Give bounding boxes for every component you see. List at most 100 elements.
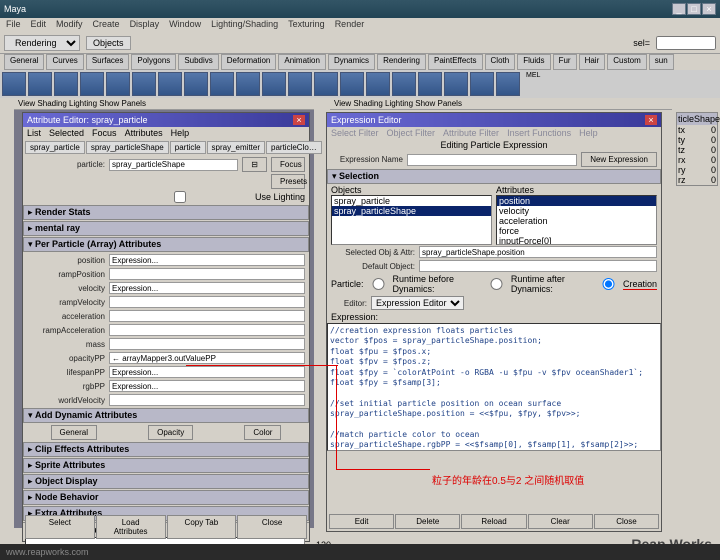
shelf-icon[interactable] <box>262 72 286 96</box>
shelf-icon[interactable] <box>132 72 156 96</box>
tab-emitter[interactable]: spray_emitter <box>207 141 265 154</box>
expr-editor-title[interactable]: Expression Editor × <box>327 113 661 127</box>
copy-tab-button[interactable]: Copy Tab <box>167 515 237 539</box>
list-item[interactable]: inputForce[0] <box>497 236 656 245</box>
shelf-icon[interactable] <box>80 72 104 96</box>
menu-selected[interactable]: Selected <box>49 128 84 138</box>
shelf-tab[interactable]: Custom <box>607 54 647 70</box>
menu-modify[interactable]: Modify <box>56 19 83 31</box>
tab-cloud[interactable]: particleClo… <box>266 141 322 154</box>
shelf-icon[interactable] <box>2 72 26 96</box>
add-general-button[interactable]: General <box>51 425 97 440</box>
shelf-tab[interactable]: Subdivs <box>178 54 218 70</box>
section-node-behavior[interactable]: Node Behavior <box>23 490 309 505</box>
clear-button[interactable]: Clear <box>528 514 593 529</box>
shelf-tab[interactable]: Fur <box>553 54 577 70</box>
menu-help[interactable]: Help <box>579 128 598 138</box>
menu-file[interactable]: File <box>6 19 21 31</box>
menu-attr-filter[interactable]: Attribute Filter <box>443 128 499 138</box>
section-sprite[interactable]: Sprite Attributes <box>23 458 309 473</box>
list-item[interactable]: spray_particleShape <box>332 206 491 216</box>
position-field[interactable] <box>109 254 305 266</box>
shelf-tab[interactable]: Dynamics <box>328 54 375 70</box>
load-attrs-button[interactable]: Load Attributes <box>96 515 166 539</box>
menu-texturing[interactable]: Texturing <box>288 19 325 31</box>
runtime-after-radio[interactable] <box>490 278 503 290</box>
shelf-tab[interactable]: Cloth <box>485 54 516 70</box>
objects-list[interactable]: spray_particle spray_particleShape <box>331 195 492 245</box>
shelf-icon[interactable] <box>444 72 468 96</box>
shelf-tab[interactable]: Deformation <box>221 54 277 70</box>
menu-create[interactable]: Create <box>93 19 120 31</box>
view-menu[interactable]: View Shading Lighting Show Panels <box>14 98 314 110</box>
chan-attr[interactable]: tx <box>678 125 711 135</box>
list-item[interactable]: force <box>497 226 656 236</box>
editor-select[interactable]: Expression Editor <box>371 296 464 310</box>
add-color-button[interactable]: Color <box>244 425 281 440</box>
expr-name-field[interactable] <box>407 154 577 166</box>
mel-icon[interactable]: MEL <box>526 72 540 96</box>
sel-obj-attr-field[interactable] <box>419 246 657 258</box>
close-button[interactable]: Close <box>594 514 659 529</box>
shelf-tab[interactable]: PaintEffects <box>428 54 483 70</box>
shelf-icon[interactable] <box>314 72 338 96</box>
menu-focus[interactable]: Focus <box>92 128 117 138</box>
menu-attributes[interactable]: Attributes <box>125 128 163 138</box>
creation-radio[interactable] <box>602 278 615 290</box>
menu-select-filter[interactable]: Select Filter <box>331 128 379 138</box>
lifespan-field[interactable] <box>109 366 305 378</box>
section-render-stats[interactable]: Render Stats <box>23 205 309 220</box>
menu-display[interactable]: Display <box>130 19 160 31</box>
shelf-icon[interactable] <box>158 72 182 96</box>
shelf-icon[interactable] <box>106 72 130 96</box>
minimize-button[interactable]: _ <box>672 3 686 15</box>
menu-insert-fn[interactable]: Insert Functions <box>507 128 571 138</box>
rgb-field[interactable] <box>109 380 305 392</box>
maximize-button[interactable]: □ <box>687 3 701 15</box>
shelf-icon[interactable] <box>470 72 494 96</box>
delete-button[interactable]: Delete <box>395 514 460 529</box>
attr-editor-title[interactable]: Attribute Editor: spray_particle × <box>23 113 309 127</box>
section-add-dynamic[interactable]: Add Dynamic Attributes <box>23 408 309 423</box>
focus-button[interactable]: Focus <box>271 157 305 172</box>
close-button[interactable]: Close <box>237 515 307 539</box>
close-icon[interactable]: × <box>293 115 305 125</box>
section-selection[interactable]: Selection <box>327 169 661 184</box>
shelf-tab[interactable]: Animation <box>278 54 326 70</box>
default-obj-field[interactable] <box>419 260 657 272</box>
menu-help[interactable]: Help <box>171 128 190 138</box>
shelf-tab[interactable]: Surfaces <box>86 54 130 70</box>
expression-textarea[interactable]: //creation expression floats particles v… <box>327 323 661 451</box>
ramp-position-field[interactable] <box>109 268 305 280</box>
section-mental-ray[interactable]: mental ray <box>23 221 309 236</box>
sel-input[interactable] <box>656 36 716 50</box>
close-icon[interactable]: × <box>645 115 657 125</box>
ramp-velocity-field[interactable] <box>109 296 305 308</box>
tab-spray-shape[interactable]: spray_particleShape <box>86 141 169 154</box>
shelf-icon[interactable] <box>210 72 234 96</box>
menu-list[interactable]: List <box>27 128 41 138</box>
shelf-icon[interactable] <box>28 72 52 96</box>
select-button[interactable]: Select <box>25 515 95 539</box>
presets-button[interactable]: Presets <box>271 174 305 189</box>
use-lighting-checkbox[interactable] <box>109 191 251 203</box>
shelf-tab[interactable]: General <box>4 54 44 70</box>
section-per-particle[interactable]: Per Particle (Array) Attributes <box>23 237 309 252</box>
new-expr-button[interactable]: New Expression <box>581 152 657 167</box>
tab-particle[interactable]: particle <box>170 141 206 154</box>
shelf-icon[interactable] <box>288 72 312 96</box>
runtime-before-radio[interactable] <box>372 278 385 290</box>
shelf-icon[interactable] <box>54 72 78 96</box>
menu-edit[interactable]: Edit <box>31 19 47 31</box>
attrs-list[interactable]: position velocity acceleration force inp… <box>496 195 657 245</box>
shelf-tab[interactable]: Hair <box>579 54 606 70</box>
particle-name-field[interactable] <box>109 159 238 171</box>
shelf-icon[interactable] <box>236 72 260 96</box>
shelf-tab[interactable]: Polygons <box>131 54 176 70</box>
shelf-icon[interactable] <box>366 72 390 96</box>
view-menu[interactable]: View Shading Lighting Show Panels <box>330 98 672 110</box>
list-item[interactable]: position <box>497 196 656 206</box>
mass-field[interactable] <box>109 338 305 350</box>
menu-object-filter[interactable]: Object Filter <box>387 128 436 138</box>
edit-button[interactable]: Edit <box>329 514 394 529</box>
